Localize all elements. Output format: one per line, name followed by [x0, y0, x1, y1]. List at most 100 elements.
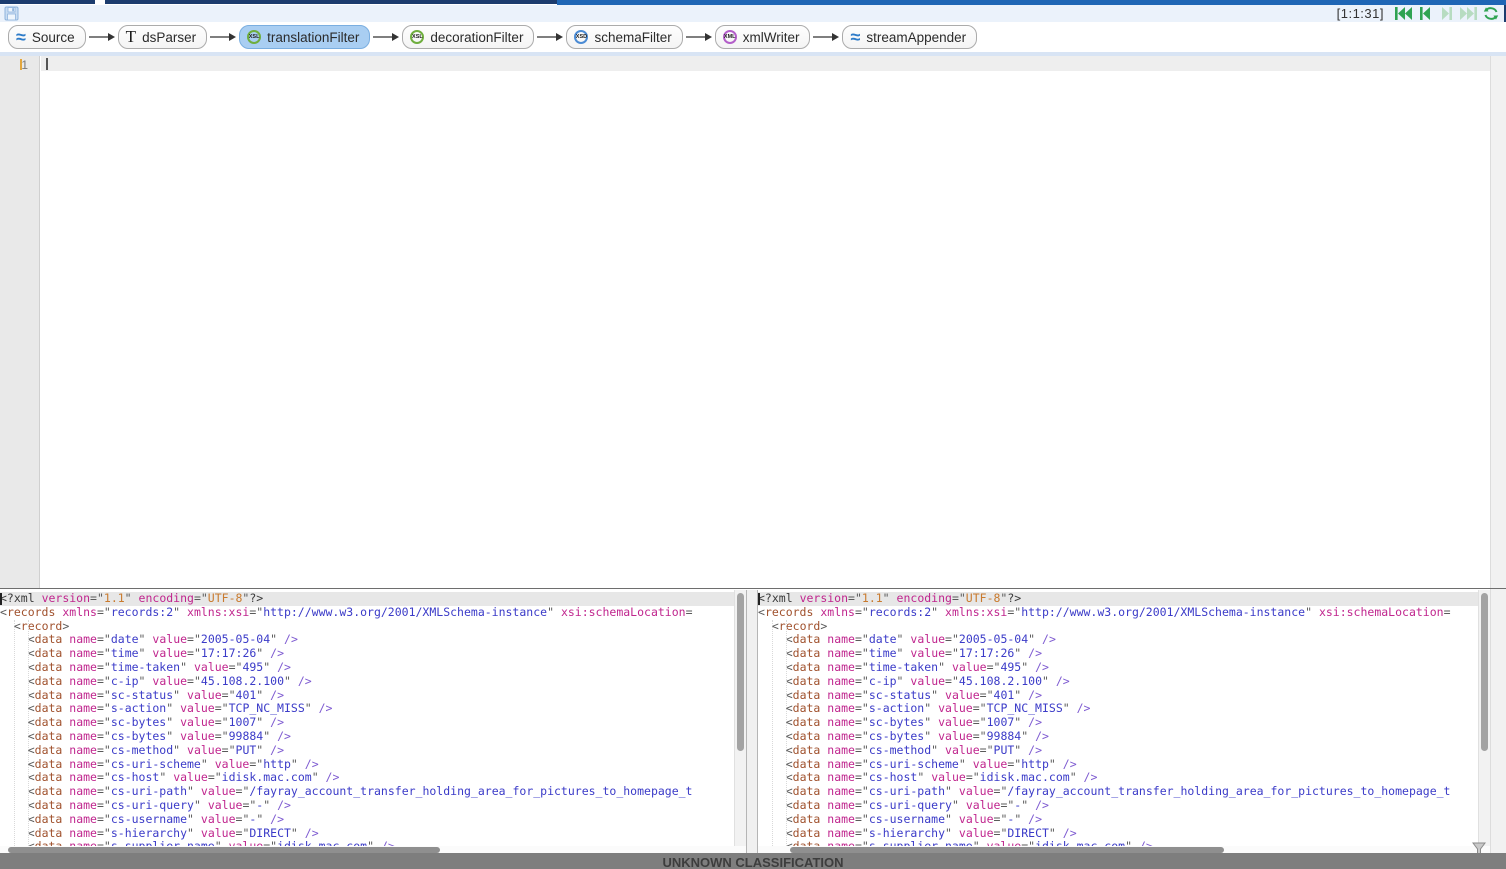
editor-content[interactable]	[41, 56, 1490, 588]
stage-label: dsParser	[142, 30, 196, 45]
xml-line: <data name="sc-bytes" value="1007" />	[0, 716, 734, 730]
flow-arrow	[537, 31, 563, 43]
xml-preview-panel-input[interactable]: <?xml version="1.1" encoding="UTF-8"?><r…	[0, 590, 746, 854]
stage-label: Source	[32, 30, 75, 45]
xml-line: <data name="time" value="17:17:26" />	[758, 647, 1478, 661]
indent-guide	[772, 620, 773, 850]
xml-line: <data name="cs-host" value="idisk.mac.co…	[758, 771, 1478, 785]
text-cursor	[758, 593, 760, 605]
xml-line: <data name="cs-bytes" value="99884" />	[758, 730, 1478, 744]
skip-to-end-button[interactable]	[1460, 6, 1478, 21]
classification-label: UNKNOWN CLASSIFICATION	[662, 853, 843, 869]
pipeline-stage-Source[interactable]: ≈ Source	[8, 25, 86, 49]
scrollbar-thumb[interactable]	[737, 593, 744, 751]
stage-label: decorationFilter	[430, 30, 523, 45]
xml-line: <data name="time" value="17:17:26" />	[0, 647, 734, 661]
vertical-scrollbar[interactable]	[734, 590, 746, 846]
flow-arrow	[686, 31, 712, 43]
stage-label: schemaFilter	[594, 30, 671, 45]
flow-arrow	[813, 31, 839, 43]
pipeline-stage-decorationFilter[interactable]: XSL decorationFilter	[402, 25, 534, 49]
xml-line: <data name="time-taken" value="495" />	[758, 661, 1478, 675]
text-parser-icon: T	[126, 30, 136, 44]
flow-arrow	[210, 31, 236, 43]
xml-line: <data name="cs-uri-scheme" value="http" …	[0, 758, 734, 772]
vertical-scrollbar[interactable]	[1478, 590, 1490, 846]
xml-line: <records xmlns="records:2" xmlns:xsi="ht…	[0, 606, 734, 620]
xml-preview-panel-output[interactable]: <?xml version="1.1" encoding="UTF-8"?><r…	[758, 590, 1490, 854]
pipeline-stage-streamAppender[interactable]: ≈ streamAppender	[842, 25, 977, 49]
xml-line: <data name="cs-uri-query" value="-" />	[758, 799, 1478, 813]
indent-guide	[28, 620, 29, 850]
pipeline-bar: ≈ Source TdsParser XSL translationFilter XSL d…	[0, 22, 1506, 52]
xml-line: <data name="sc-bytes" value="1007" />	[758, 716, 1478, 730]
skip-to-start-button[interactable]	[1394, 6, 1412, 21]
xml-line: <record>	[758, 620, 1478, 634]
flow-arrow	[373, 31, 399, 43]
current-line-highlight	[41, 56, 1490, 71]
indent-guide	[14, 620, 15, 850]
source-editor[interactable]: 1	[0, 56, 1490, 588]
xml-line: <data name="cs-username" value="-" />	[758, 813, 1478, 827]
xml-document[interactable]: <?xml version="1.1" encoding="UTF-8"?><r…	[0, 590, 734, 846]
flow-arrow-icon	[89, 31, 115, 43]
playback-controls: [1:1:31]	[1337, 5, 1500, 22]
stage-label: xmlWriter	[743, 30, 800, 45]
flow-arrow-icon	[537, 31, 563, 43]
record-counter: [1:1:31]	[1337, 6, 1384, 21]
xml-line: <data name="cs-username" value="-" />	[0, 813, 734, 827]
xsl-badge-icon: XSL	[410, 30, 424, 44]
indent-guide	[786, 620, 787, 850]
step-back-button[interactable]	[1416, 6, 1434, 21]
panel-divider[interactable]	[746, 590, 758, 854]
pipeline-stage-dsParser[interactable]: TdsParser	[118, 25, 207, 49]
xml-document[interactable]: <?xml version="1.1" encoding="UTF-8"?><r…	[758, 590, 1478, 846]
xml-line: <data name="sc-status" value="401" />	[0, 689, 734, 703]
line-number: 1	[21, 58, 28, 72]
xml-line: <data name="sc-status" value="401" />	[758, 689, 1478, 703]
preview-panels: <?xml version="1.1" encoding="UTF-8"?><r…	[0, 588, 1506, 853]
xsl-badge-icon: XSL	[247, 30, 261, 44]
xml-line: <data name="s-action" value="TCP_NC_MISS…	[758, 702, 1478, 716]
xml-line: <?xml version="1.1" encoding="UTF-8"?>	[0, 592, 734, 606]
flow-arrow-icon	[813, 31, 839, 43]
xml-line: <record>	[0, 620, 734, 634]
stream-wave-icon: ≈	[16, 32, 26, 42]
flow-arrow-icon	[373, 31, 399, 43]
line-number-gutter: 1	[0, 56, 40, 588]
xml-line: <data name="s-action" value="TCP_NC_MISS…	[0, 702, 734, 716]
save-button[interactable]	[4, 6, 19, 21]
stream-wave-icon: ≈	[850, 32, 860, 42]
pipeline-stage-xmlWriter[interactable]: XML xmlWriter	[715, 25, 811, 49]
stage-label: streamAppender	[866, 30, 966, 45]
xml-line: <data name="s-hierarchy" value="DIRECT" …	[758, 827, 1478, 841]
xml-line: <data name="date" value="2005-05-04" />	[758, 633, 1478, 647]
xml-badge-icon: XML	[723, 30, 737, 44]
xml-line: <?xml version="1.1" encoding="UTF-8"?>	[758, 592, 1478, 606]
pipeline-stage-schemaFilter[interactable]: XSD schemaFilter	[566, 25, 682, 49]
xml-line: <data name="date" value="2005-05-04" />	[0, 633, 734, 647]
text-cursor	[0, 593, 2, 605]
step-forward-button[interactable]	[1438, 6, 1456, 21]
xml-line: <records xmlns="records:2" xmlns:xsi="ht…	[758, 606, 1478, 620]
flow-arrow	[89, 31, 115, 43]
xml-line: <data name="cs-bytes" value="99884" />	[0, 730, 734, 744]
refresh-button[interactable]	[1482, 6, 1500, 21]
xml-line: <data name="cs-uri-path" value="/fayray_…	[0, 785, 734, 799]
xml-line: <data name="cs-uri-query" value="-" />	[0, 799, 734, 813]
flow-arrow-icon	[210, 31, 236, 43]
toolbar: [1:1:31]	[0, 5, 1506, 22]
xml-line: <data name="s-hierarchy" value="DIRECT" …	[0, 827, 734, 841]
pipeline-stage-translationFilter[interactable]: XSL translationFilter	[239, 25, 370, 49]
stage-label: translationFilter	[267, 30, 359, 45]
xsd-badge-icon: XSD	[574, 30, 588, 44]
scrollbar-thumb[interactable]	[1481, 593, 1488, 751]
xml-line: <data name="cs-method" value="PUT" />	[0, 744, 734, 758]
xml-line: <data name="cs-uri-scheme" value="http" …	[758, 758, 1478, 772]
xml-line: <data name="time-taken" value="495" />	[0, 661, 734, 675]
xml-line: <data name="cs-method" value="PUT" />	[758, 744, 1478, 758]
xml-line: <data name="c-ip" value="45.108.2.100" /…	[758, 675, 1478, 689]
flow-arrow-icon	[686, 31, 712, 43]
xml-line: <data name="cs-host" value="idisk.mac.co…	[0, 771, 734, 785]
xml-line: <data name="cs-uri-path" value="/fayray_…	[758, 785, 1478, 799]
